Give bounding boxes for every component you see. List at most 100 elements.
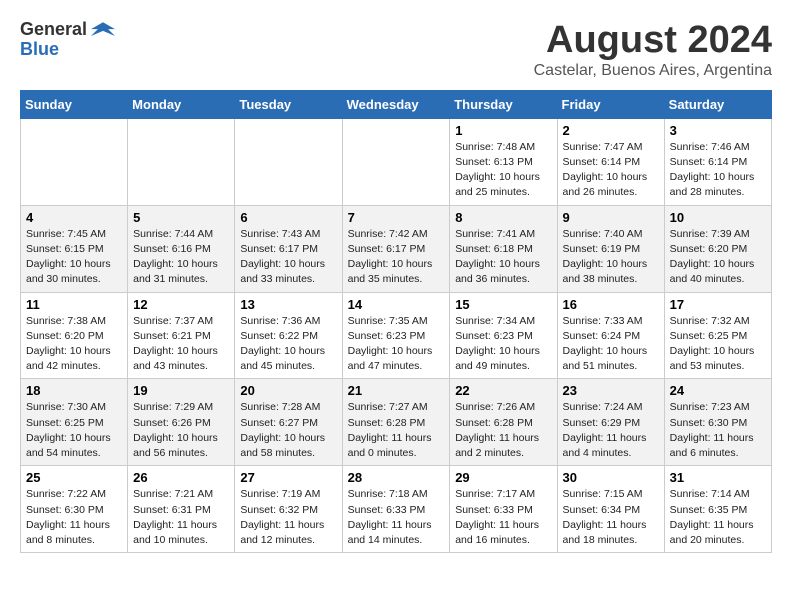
day-info: Sunrise: 7:35 AM Sunset: 6:23 PM Dayligh… (348, 314, 445, 375)
day-info: Sunrise: 7:24 AM Sunset: 6:29 PM Dayligh… (563, 400, 659, 461)
day-info: Sunrise: 7:45 AM Sunset: 6:15 PM Dayligh… (26, 227, 122, 288)
day-number: 7 (348, 210, 445, 225)
day-number: 4 (26, 210, 122, 225)
col-monday: Monday (128, 90, 235, 118)
day-info: Sunrise: 7:48 AM Sunset: 6:13 PM Dayligh… (455, 140, 551, 201)
table-row: 5Sunrise: 7:44 AM Sunset: 6:16 PM Daylig… (128, 205, 235, 292)
day-info: Sunrise: 7:43 AM Sunset: 6:17 PM Dayligh… (240, 227, 336, 288)
calendar-table: Sunday Monday Tuesday Wednesday Thursday… (20, 90, 772, 553)
logo-bird-icon (91, 20, 115, 40)
calendar-page: General Blue August 2024 Castelar, Bueno… (20, 20, 772, 553)
table-row (235, 118, 342, 205)
table-row: 22 Sunrise: 7:26 AM Sunset: 6:28 PM Dayli… (450, 379, 557, 466)
day-number: 5 (133, 210, 229, 225)
table-row: 17 Sunrise: 7:32 AM Sunset: 6:25 PM Dayli… (664, 292, 771, 379)
table-row: 8 Sunrise: 7:41 AM Sunset: 6:18 PM Daylig… (450, 205, 557, 292)
day-number: 6 (240, 210, 336, 225)
day-info: Sunrise: 7:14 AM Sunset: 6:35 PM Dayligh… (670, 487, 766, 548)
day-number: 18 (26, 383, 122, 398)
day-info: Sunrise: 7:27 AM Sunset: 6:28 PM Dayligh… (348, 400, 445, 461)
day-number: 15 (455, 297, 551, 312)
table-row: 25Sunrise: 7:22 AM Sunset: 6:30 PM Dayli… (21, 466, 128, 553)
table-row: 6 Sunrise: 7:43 AM Sunset: 6:17 PM Daylig… (235, 205, 342, 292)
table-row: 12Sunrise: 7:37 AM Sunset: 6:21 PM Dayli… (128, 292, 235, 379)
title-section: August 2024 Castelar, Buenos Aires, Arge… (534, 20, 772, 80)
day-info: Sunrise: 7:15 AM Sunset: 6:34 PM Dayligh… (563, 487, 659, 548)
table-row (342, 118, 450, 205)
table-row: 19Sunrise: 7:29 AM Sunset: 6:26 PM Dayli… (128, 379, 235, 466)
table-row: 7 Sunrise: 7:42 AM Sunset: 6:17 PM Daylig… (342, 205, 450, 292)
day-number: 14 (348, 297, 445, 312)
table-row: 2Sunrise: 7:47 AM Sunset: 6:14 PM Daylig… (557, 118, 664, 205)
calendar-header-row: Sunday Monday Tuesday Wednesday Thursday… (21, 90, 772, 118)
day-info: Sunrise: 7:42 AM Sunset: 6:17 PM Dayligh… (348, 227, 445, 288)
day-number: 10 (670, 210, 766, 225)
day-info: Sunrise: 7:34 AM Sunset: 6:23 PM Dayligh… (455, 314, 551, 375)
day-number: 26 (133, 470, 229, 485)
day-info: Sunrise: 7:36 AM Sunset: 6:22 PM Dayligh… (240, 314, 336, 375)
day-number: 8 (455, 210, 551, 225)
day-info: Sunrise: 7:47 AM Sunset: 6:14 PM Dayligh… (563, 140, 659, 201)
calendar-week-row: 11 Sunrise: 7:38 AM Sunset: 6:20 PM Dayli… (21, 292, 772, 379)
month-year-title: August 2024 (534, 20, 772, 62)
calendar-week-row: 1Sunrise: 7:48 AM Sunset: 6:13 PM Daylig… (21, 118, 772, 205)
day-info: Sunrise: 7:30 AM Sunset: 6:25 PM Dayligh… (26, 400, 122, 461)
day-number: 12 (133, 297, 229, 312)
table-row (128, 118, 235, 205)
day-number: 27 (240, 470, 336, 485)
table-row: 26Sunrise: 7:21 AM Sunset: 6:31 PM Dayli… (128, 466, 235, 553)
table-row: 28 Sunrise: 7:18 AM Sunset: 6:33 PM Dayli… (342, 466, 450, 553)
day-info: Sunrise: 7:29 AM Sunset: 6:26 PM Dayligh… (133, 400, 229, 461)
table-row: 13 Sunrise: 7:36 AM Sunset: 6:22 PM Dayli… (235, 292, 342, 379)
logo-text: General Blue (20, 20, 115, 60)
day-number: 29 (455, 470, 551, 485)
day-number: 25 (26, 470, 122, 485)
col-wednesday: Wednesday (342, 90, 450, 118)
day-info: Sunrise: 7:32 AM Sunset: 6:25 PM Dayligh… (670, 314, 766, 375)
day-number: 23 (563, 383, 659, 398)
calendar-header: General Blue August 2024 Castelar, Bueno… (20, 20, 772, 80)
table-row: 30Sunrise: 7:15 AM Sunset: 6:34 PM Dayli… (557, 466, 664, 553)
table-row: 4 Sunrise: 7:45 AM Sunset: 6:15 PM Daylig… (21, 205, 128, 292)
day-number: 28 (348, 470, 445, 485)
table-row: 1Sunrise: 7:48 AM Sunset: 6:13 PM Daylig… (450, 118, 557, 205)
day-info: Sunrise: 7:46 AM Sunset: 6:14 PM Dayligh… (670, 140, 766, 201)
col-friday: Friday (557, 90, 664, 118)
table-row: 20 Sunrise: 7:28 AM Sunset: 6:27 PM Dayli… (235, 379, 342, 466)
day-number: 13 (240, 297, 336, 312)
day-info: Sunrise: 7:19 AM Sunset: 6:32 PM Dayligh… (240, 487, 336, 548)
day-info: Sunrise: 7:39 AM Sunset: 6:20 PM Dayligh… (670, 227, 766, 288)
day-info: Sunrise: 7:28 AM Sunset: 6:27 PM Dayligh… (240, 400, 336, 461)
day-info: Sunrise: 7:17 AM Sunset: 6:33 PM Dayligh… (455, 487, 551, 548)
day-info: Sunrise: 7:33 AM Sunset: 6:24 PM Dayligh… (563, 314, 659, 375)
day-number: 31 (670, 470, 766, 485)
day-number: 16 (563, 297, 659, 312)
table-row: 18 Sunrise: 7:30 AM Sunset: 6:25 PM Dayli… (21, 379, 128, 466)
day-number: 9 (563, 210, 659, 225)
table-row: 27 Sunrise: 7:19 AM Sunset: 6:32 PM Dayli… (235, 466, 342, 553)
table-row: 24Sunrise: 7:23 AM Sunset: 6:30 PM Dayli… (664, 379, 771, 466)
day-number: 22 (455, 383, 551, 398)
table-row: 21Sunrise: 7:27 AM Sunset: 6:28 PM Dayli… (342, 379, 450, 466)
table-row: 10 Sunrise: 7:39 AM Sunset: 6:20 PM Dayli… (664, 205, 771, 292)
day-number: 11 (26, 297, 122, 312)
table-row: 11 Sunrise: 7:38 AM Sunset: 6:20 PM Dayli… (21, 292, 128, 379)
table-row: 23 Sunrise: 7:24 AM Sunset: 6:29 PM Dayli… (557, 379, 664, 466)
table-row: 9Sunrise: 7:40 AM Sunset: 6:19 PM Daylig… (557, 205, 664, 292)
day-info: Sunrise: 7:41 AM Sunset: 6:18 PM Dayligh… (455, 227, 551, 288)
table-row: 29 Sunrise: 7:17 AM Sunset: 6:33 PM Dayli… (450, 466, 557, 553)
col-sunday: Sunday (21, 90, 128, 118)
day-number: 17 (670, 297, 766, 312)
table-row: 15 Sunrise: 7:34 AM Sunset: 6:23 PM Dayli… (450, 292, 557, 379)
day-info: Sunrise: 7:26 AM Sunset: 6:28 PM Dayligh… (455, 400, 551, 461)
calendar-week-row: 25Sunrise: 7:22 AM Sunset: 6:30 PM Dayli… (21, 466, 772, 553)
table-row: 16 Sunrise: 7:33 AM Sunset: 6:24 PM Dayli… (557, 292, 664, 379)
day-info: Sunrise: 7:38 AM Sunset: 6:20 PM Dayligh… (26, 314, 122, 375)
location-subtitle: Castelar, Buenos Aires, Argentina (534, 62, 772, 80)
day-info: Sunrise: 7:18 AM Sunset: 6:33 PM Dayligh… (348, 487, 445, 548)
table-row: 14 Sunrise: 7:35 AM Sunset: 6:23 PM Dayli… (342, 292, 450, 379)
col-saturday: Saturday (664, 90, 771, 118)
day-number: 3 (670, 123, 766, 138)
day-number: 20 (240, 383, 336, 398)
table-row: 31 Sunrise: 7:14 AM Sunset: 6:35 PM Dayli… (664, 466, 771, 553)
